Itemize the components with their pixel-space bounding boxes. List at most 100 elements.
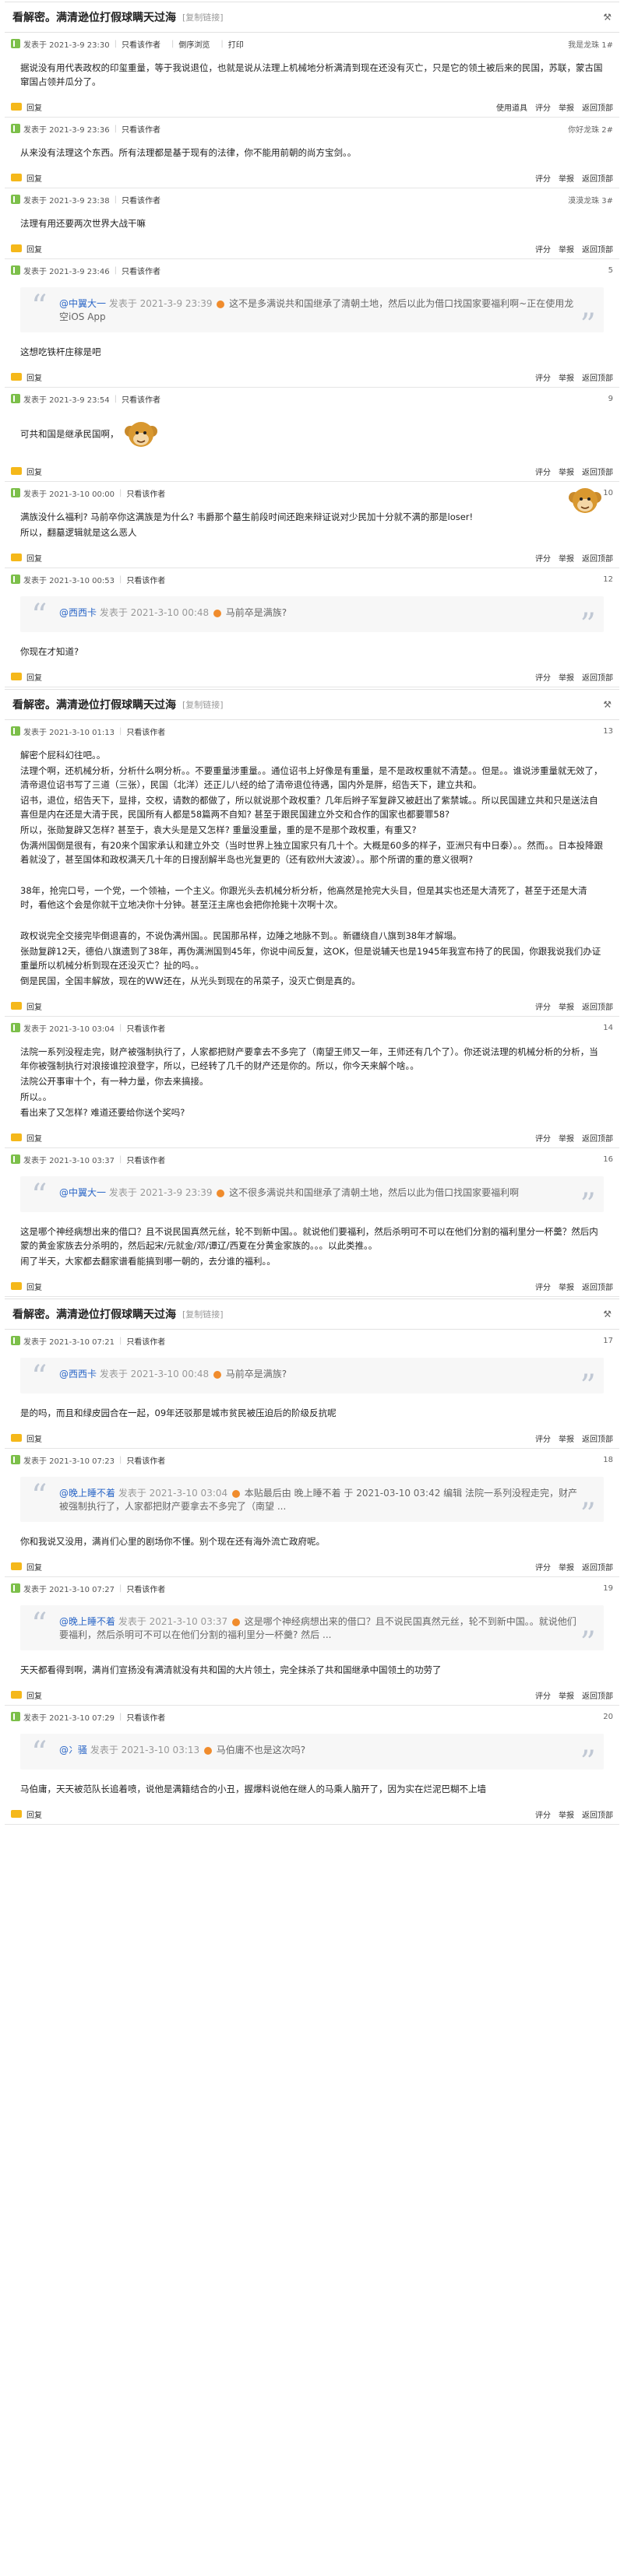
reply-button[interactable]: 回复 — [11, 552, 42, 564]
only-author-link[interactable]: 只看该作者 — [122, 38, 160, 50]
floor-number[interactable]: 漠漠龙珠 3# — [568, 194, 613, 206]
rate-button[interactable]: 评分 — [535, 172, 551, 184]
back-to-top-button[interactable]: 返回顶部 — [582, 1132, 613, 1144]
only-author-link[interactable]: 只看该作者 — [126, 1583, 165, 1594]
only-author-link[interactable]: 只看该作者 — [126, 1022, 165, 1034]
report-button[interactable]: 举报 — [559, 172, 574, 184]
only-author-link[interactable]: 只看该作者 — [126, 487, 165, 499]
report-button[interactable]: 举报 — [559, 1000, 574, 1012]
rate-button[interactable]: 评分 — [535, 552, 551, 564]
reply-button[interactable]: 回复 — [11, 243, 42, 255]
floor-number[interactable]: 5 — [608, 266, 613, 275]
jump-to-post-icon[interactable] — [217, 300, 225, 308]
only-author-link[interactable]: 只看该作者 — [126, 1711, 165, 1723]
report-button[interactable]: 举报 — [559, 243, 574, 255]
rate-button[interactable]: 评分 — [535, 1000, 551, 1012]
print-link[interactable]: 打印 — [228, 38, 244, 50]
quote-author[interactable]: @西西卡 — [59, 1369, 100, 1379]
floor-number[interactable]: 20 — [603, 1713, 613, 1721]
back-to-top-button[interactable]: 返回顶部 — [582, 1432, 613, 1444]
only-author-link[interactable]: 只看该作者 — [122, 393, 160, 405]
rate-button[interactable]: 评分 — [535, 671, 551, 683]
back-to-top-button[interactable]: 返回顶部 — [582, 1281, 613, 1292]
jump-to-post-icon[interactable] — [213, 1370, 221, 1379]
rate-button[interactable]: 评分 — [535, 1808, 551, 1820]
back-to-top-button[interactable]: 返回顶部 — [582, 552, 613, 564]
floor-number[interactable]: 16 — [603, 1155, 613, 1164]
reverse-link[interactable]: 倒序浏览 — [178, 38, 210, 50]
reply-button[interactable]: 回复 — [11, 1000, 42, 1012]
only-author-link[interactable]: 只看该作者 — [122, 194, 160, 206]
floor-number[interactable]: 我是龙珠 1# — [568, 38, 613, 50]
only-author-link[interactable]: 只看该作者 — [122, 123, 160, 135]
back-to-top-button[interactable]: 返回顶部 — [582, 1689, 613, 1701]
report-button[interactable]: 举报 — [559, 1432, 574, 1444]
reply-button[interactable]: 回复 — [11, 671, 42, 683]
quote-author[interactable]: @冫骚 — [59, 1745, 90, 1755]
quote-author[interactable]: @西西卡 — [59, 607, 100, 618]
wrench-icon[interactable]: ⚒ — [603, 699, 612, 710]
back-to-top-button[interactable]: 返回顶部 — [582, 1808, 613, 1820]
floor-number[interactable]: 你好龙珠 2# — [568, 123, 613, 135]
rate-button[interactable]: 评分 — [535, 101, 551, 113]
wrench-icon[interactable]: ⚒ — [603, 1309, 612, 1320]
floor-number[interactable]: 9 — [608, 395, 613, 403]
jump-to-post-icon[interactable] — [231, 1618, 240, 1626]
back-to-top-button[interactable]: 返回顶部 — [582, 671, 613, 683]
copy-link[interactable]: [复制链接] — [182, 11, 224, 23]
report-button[interactable]: 举报 — [559, 1689, 574, 1701]
floor-number[interactable]: 19 — [603, 1584, 613, 1593]
rate-button[interactable]: 评分 — [535, 1689, 551, 1701]
report-button[interactable]: 举报 — [559, 671, 574, 683]
back-to-top-button[interactable]: 返回顶部 — [582, 101, 613, 113]
back-to-top-button[interactable]: 返回顶部 — [582, 172, 613, 184]
reply-button[interactable]: 回复 — [11, 1561, 42, 1573]
report-button[interactable]: 举报 — [559, 466, 574, 477]
report-button[interactable]: 举报 — [559, 1281, 574, 1292]
back-to-top-button[interactable]: 返回顶部 — [582, 371, 613, 383]
rate-button[interactable]: 评分 — [535, 466, 551, 477]
report-button[interactable]: 举报 — [559, 1561, 574, 1573]
back-to-top-button[interactable]: 返回顶部 — [582, 1561, 613, 1573]
reply-button[interactable]: 回复 — [11, 1132, 42, 1144]
floor-number[interactable]: 14 — [603, 1024, 613, 1032]
rate-button[interactable]: 评分 — [535, 1432, 551, 1444]
only-author-link[interactable]: 只看该作者 — [122, 265, 160, 276]
floor-number[interactable]: 17 — [603, 1337, 613, 1345]
back-to-top-button[interactable]: 返回顶部 — [582, 243, 613, 255]
reply-button[interactable]: 回复 — [11, 1689, 42, 1701]
quote-author[interactable]: @晚上睡不着 — [59, 1488, 118, 1499]
rate-button[interactable]: 评分 — [535, 1132, 551, 1144]
floor-number[interactable]: 10 — [603, 489, 613, 497]
quote-author[interactable]: @中翼大一 — [59, 1187, 109, 1198]
wrench-icon[interactable]: ⚒ — [603, 12, 612, 23]
reply-button[interactable]: 回复 — [11, 1281, 42, 1292]
report-button[interactable]: 举报 — [559, 552, 574, 564]
rate-button[interactable]: 评分 — [535, 371, 551, 383]
rate-button[interactable]: 评分 — [535, 243, 551, 255]
jump-to-post-icon[interactable] — [213, 609, 221, 617]
reply-button[interactable]: 回复 — [11, 1432, 42, 1444]
reply-button[interactable]: 回复 — [11, 101, 42, 113]
quote-author[interactable]: @中翼大一 — [59, 298, 109, 309]
only-author-link[interactable]: 只看该作者 — [126, 1154, 165, 1165]
report-button[interactable]: 举报 — [559, 101, 574, 113]
copy-link[interactable]: [复制链接] — [182, 1308, 224, 1320]
only-author-link[interactable]: 只看该作者 — [126, 574, 165, 585]
jump-to-post-icon[interactable] — [231, 1489, 240, 1498]
back-to-top-button[interactable]: 返回顶部 — [582, 466, 613, 477]
report-button[interactable]: 举报 — [559, 371, 574, 383]
only-author-link[interactable]: 只看该作者 — [126, 1335, 165, 1347]
rate-button[interactable]: 评分 — [535, 1561, 551, 1573]
reply-button[interactable]: 回复 — [11, 1808, 42, 1820]
only-author-link[interactable]: 只看该作者 — [126, 726, 165, 737]
floor-number[interactable]: 18 — [603, 1456, 613, 1464]
reply-button[interactable]: 回复 — [11, 172, 42, 184]
quote-author[interactable]: @晚上睡不着 — [59, 1616, 118, 1627]
report-button[interactable]: 举报 — [559, 1808, 574, 1820]
floor-number[interactable]: 13 — [603, 727, 613, 736]
only-author-link[interactable]: 只看该作者 — [126, 1454, 165, 1466]
use-props-button[interactable]: 使用道具 — [496, 101, 527, 113]
jump-to-post-icon[interactable] — [217, 1189, 225, 1197]
floor-number[interactable]: 12 — [603, 575, 613, 584]
